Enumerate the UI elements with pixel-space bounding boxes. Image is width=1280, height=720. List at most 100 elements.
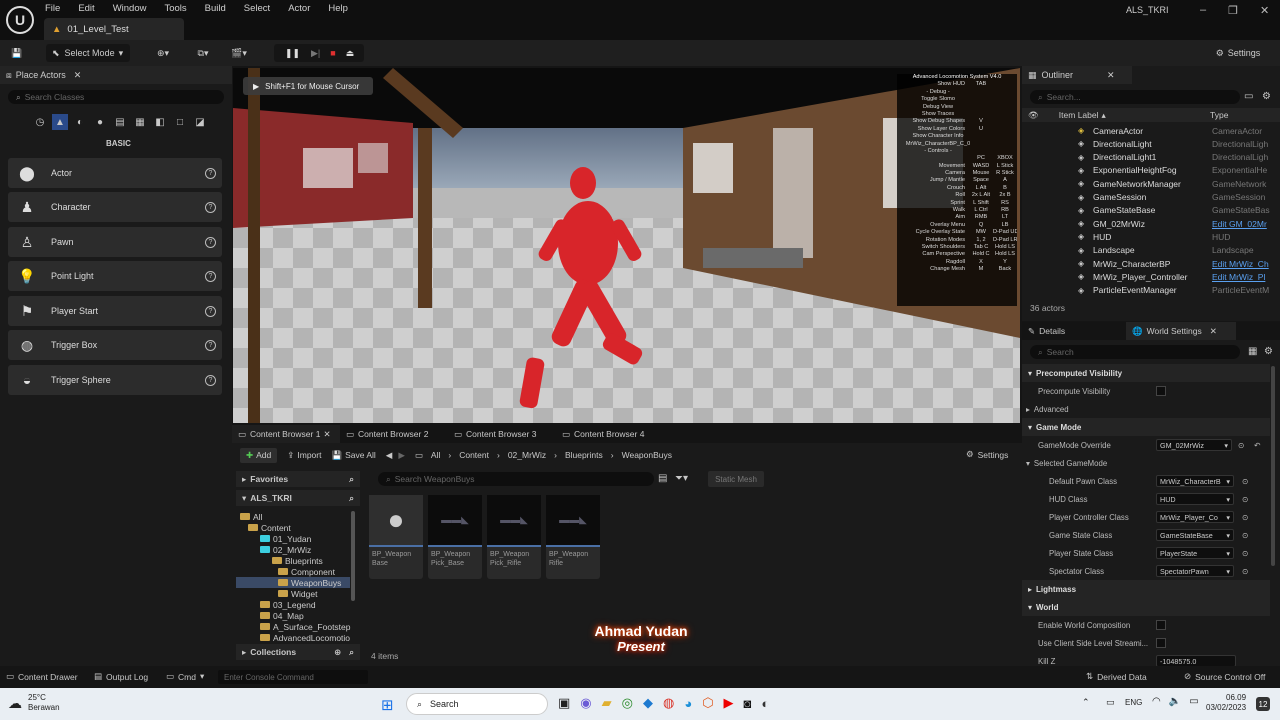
content-drawer-button[interactable]: ▭ Content Drawer	[6, 671, 78, 682]
favorites-header[interactable]: ▸ Favorites ⌕	[236, 471, 360, 487]
details-scrollbar[interactable]	[1271, 366, 1275, 566]
tree-item-03-legend[interactable]: 03_Legend	[260, 599, 316, 610]
search-icon[interactable]: ⌕	[349, 647, 354, 658]
task-view-icon[interactable]: ▣	[558, 695, 570, 711]
help-icon[interactable]: ?	[205, 167, 216, 179]
browse-icon[interactable]: ⊙	[1242, 531, 1249, 540]
gamemode-override-dropdown[interactable]: GM_02MrWiz ▾	[1156, 439, 1232, 451]
class-dropdown[interactable]: MrWiz_Player_Co ▾	[1156, 511, 1234, 523]
console-command-input[interactable]: Enter Console Command	[218, 670, 368, 684]
tree-scrollbar[interactable]	[351, 511, 355, 601]
tree-item-all[interactable]: All	[240, 511, 262, 522]
menu-select[interactable]: Select	[244, 3, 270, 14]
brave-icon[interactable]: ⬡	[702, 695, 713, 711]
search-icon[interactable]: ⌕	[349, 493, 354, 504]
outliner-row[interactable]: ◈ ParticleEventManager ParticleEventM	[1022, 284, 1280, 297]
search-classes-input[interactable]: ⌕ Search Classes	[8, 90, 224, 104]
eject-icon[interactable]: ⏏	[346, 48, 355, 59]
volumes-icon[interactable]: □	[172, 114, 188, 130]
help-icon[interactable]: ?	[205, 339, 216, 351]
gear-icon[interactable]: ⚙	[1264, 346, 1273, 357]
touchpad-icon[interactable]: ▭	[1106, 697, 1115, 708]
type-column[interactable]: Type	[1210, 110, 1228, 120]
import-button[interactable]: ⇪ Import	[287, 450, 321, 461]
help-icon[interactable]: ?	[205, 201, 216, 213]
asset-bp-weapon-pick-rifle[interactable]: ▬▬◣ BP_Weapon Pick_Rifle	[487, 495, 541, 579]
breadcrumb-content[interactable]: Content	[459, 450, 489, 460]
section-precomputed-visibility[interactable]: ▾ Precomputed Visibility	[1022, 364, 1270, 382]
outliner-item-type[interactable]: Edit MrWiz_Pl	[1212, 272, 1274, 282]
edge-icon[interactable]: ◕	[684, 696, 692, 711]
actor-item-trigger-sphere[interactable]: ◒ Trigger Sphere?	[8, 365, 222, 395]
unreal-logo[interactable]: U	[6, 6, 34, 34]
place-actors-tab[interactable]: ⧈ Place Actors ✕	[0, 66, 232, 84]
close-tab-icon[interactable]: ✕	[74, 70, 82, 81]
tree-item-blueprints[interactable]: Blueprints	[272, 555, 323, 566]
file-explorer-icon[interactable]: ▰	[602, 695, 612, 711]
close-tab-icon[interactable]: ✕	[323, 429, 330, 440]
add-collection-icon[interactable]: ⊕	[334, 647, 341, 658]
browse-icon[interactable]: ⊙	[1242, 549, 1249, 558]
lights-icon[interactable]: ◐	[72, 114, 88, 130]
tree-item-01-yudan[interactable]: 01_Yudan	[260, 533, 311, 544]
all-classes-icon[interactable]: ◪	[192, 114, 208, 130]
actor-item-character[interactable]: ♟ Character?	[8, 192, 222, 222]
obs-icon[interactable]: ◐	[761, 696, 769, 711]
menu-actor[interactable]: Actor	[288, 3, 310, 14]
class-dropdown[interactable]: HUD ▾	[1156, 493, 1234, 505]
minimize-icon[interactable]: –	[1200, 4, 1206, 17]
menu-window[interactable]: Window	[113, 3, 147, 14]
tab-details[interactable]: ✎ Details	[1022, 322, 1126, 340]
breadcrumb-mrwiz[interactable]: 02_MrWiz	[508, 450, 546, 460]
browse-icon[interactable]: ⊙	[1242, 495, 1249, 504]
back-icon[interactable]: ◀	[386, 450, 393, 461]
outliner-tab[interactable]: ▦ Outliner ✕	[1022, 66, 1132, 84]
tab-content-browser-2[interactable]: ▭ Content Browser 2	[340, 425, 448, 443]
outliner-row[interactable]: ◈ HUD HUD	[1022, 230, 1280, 243]
browse-icon[interactable]: ⊙	[1238, 441, 1245, 450]
outliner-row[interactable]: ◈ CameraActor CameraActor	[1022, 124, 1280, 137]
tree-item-component[interactable]: Component	[278, 566, 335, 577]
gear-icon[interactable]: ⚙	[1262, 91, 1271, 102]
chat-icon[interactable]: ◉	[580, 695, 591, 711]
save-icon[interactable]: 💾	[8, 44, 26, 62]
settings-button[interactable]: ⚙ Settings	[1208, 44, 1268, 62]
section-lightmass[interactable]: ▸ Lightmass	[1022, 580, 1270, 598]
language-indicator[interactable]: ENG	[1125, 698, 1142, 707]
outliner-row[interactable]: ◈ MrWiz_Player_Controller Edit MrWiz_Pl	[1022, 270, 1280, 283]
blueprint-icon[interactable]: ⧉▾	[190, 44, 216, 62]
outliner-row[interactable]: ◈ GameNetworkManager GameNetwork	[1022, 177, 1280, 190]
outliner-row[interactable]: ◈ GameStateBase GameStateBas	[1022, 204, 1280, 217]
outliner-row[interactable]: ◈ MrWiz_CharacterBP Edit MrWiz_Ch	[1022, 257, 1280, 270]
filter-icon[interactable]: ⏷▾	[675, 473, 688, 484]
add-button[interactable]: ✚ Add	[240, 447, 278, 463]
actor-item-pawn[interactable]: ♙ Pawn?	[8, 227, 222, 257]
help-icon[interactable]: ?	[205, 270, 216, 282]
tray-chevron-icon[interactable]: ⌃	[1082, 697, 1090, 708]
browse-icon[interactable]: ⊙	[1242, 567, 1249, 576]
weather-widget[interactable]: ☁ 25°C Berawan	[8, 693, 60, 713]
outliner-row[interactable]: ◈ Landscape Landscape	[1022, 244, 1280, 257]
actor-item-trigger-box[interactable]: ◍ Trigger Box?	[8, 330, 222, 360]
clock[interactable]: 06.09 03/02/2023	[1206, 693, 1246, 713]
visual-effects-icon[interactable]: ▦	[132, 114, 148, 130]
reset-icon[interactable]: ↶	[1254, 441, 1261, 450]
outliner-row[interactable]: ◈ ExponentialHeightFog ExponentialHe	[1022, 164, 1280, 177]
breadcrumb-blueprints[interactable]: Blueprints	[565, 450, 603, 460]
cmd-dropdown[interactable]: ▭ Cmd ▾	[166, 671, 204, 682]
advance-frame-icon[interactable]: ▶|	[311, 48, 320, 59]
xbox-icon[interactable]: ◎	[622, 695, 633, 711]
add-actor-icon[interactable]: ⊕▾	[150, 44, 176, 62]
tree-item-advancedlocomotion[interactable]: AdvancedLocomotio	[260, 632, 350, 643]
asset-bp-weapon-base[interactable]: ● BP_Weapon Base	[369, 495, 423, 579]
help-icon[interactable]: ?	[205, 305, 216, 317]
collections-header[interactable]: ▸ Collections ⊕ ⌕	[236, 644, 360, 660]
breadcrumb-all[interactable]: All	[431, 450, 440, 460]
close-icon[interactable]: ✕	[1260, 4, 1269, 17]
class-dropdown[interactable]: MrWiz_CharacterB ▾	[1156, 475, 1234, 487]
outliner-row[interactable]: ◈ DirectionalLight DirectionalLigh	[1022, 137, 1280, 150]
menu-tools[interactable]: Tools	[164, 3, 186, 14]
close-tab-icon[interactable]: ✕	[1107, 70, 1115, 81]
breadcrumb-weaponbuys[interactable]: WeaponBuys	[622, 450, 672, 460]
asset-bp-weapon-pick-base[interactable]: ▬▬◣ BP_Weapon Pick_Base	[428, 495, 482, 579]
